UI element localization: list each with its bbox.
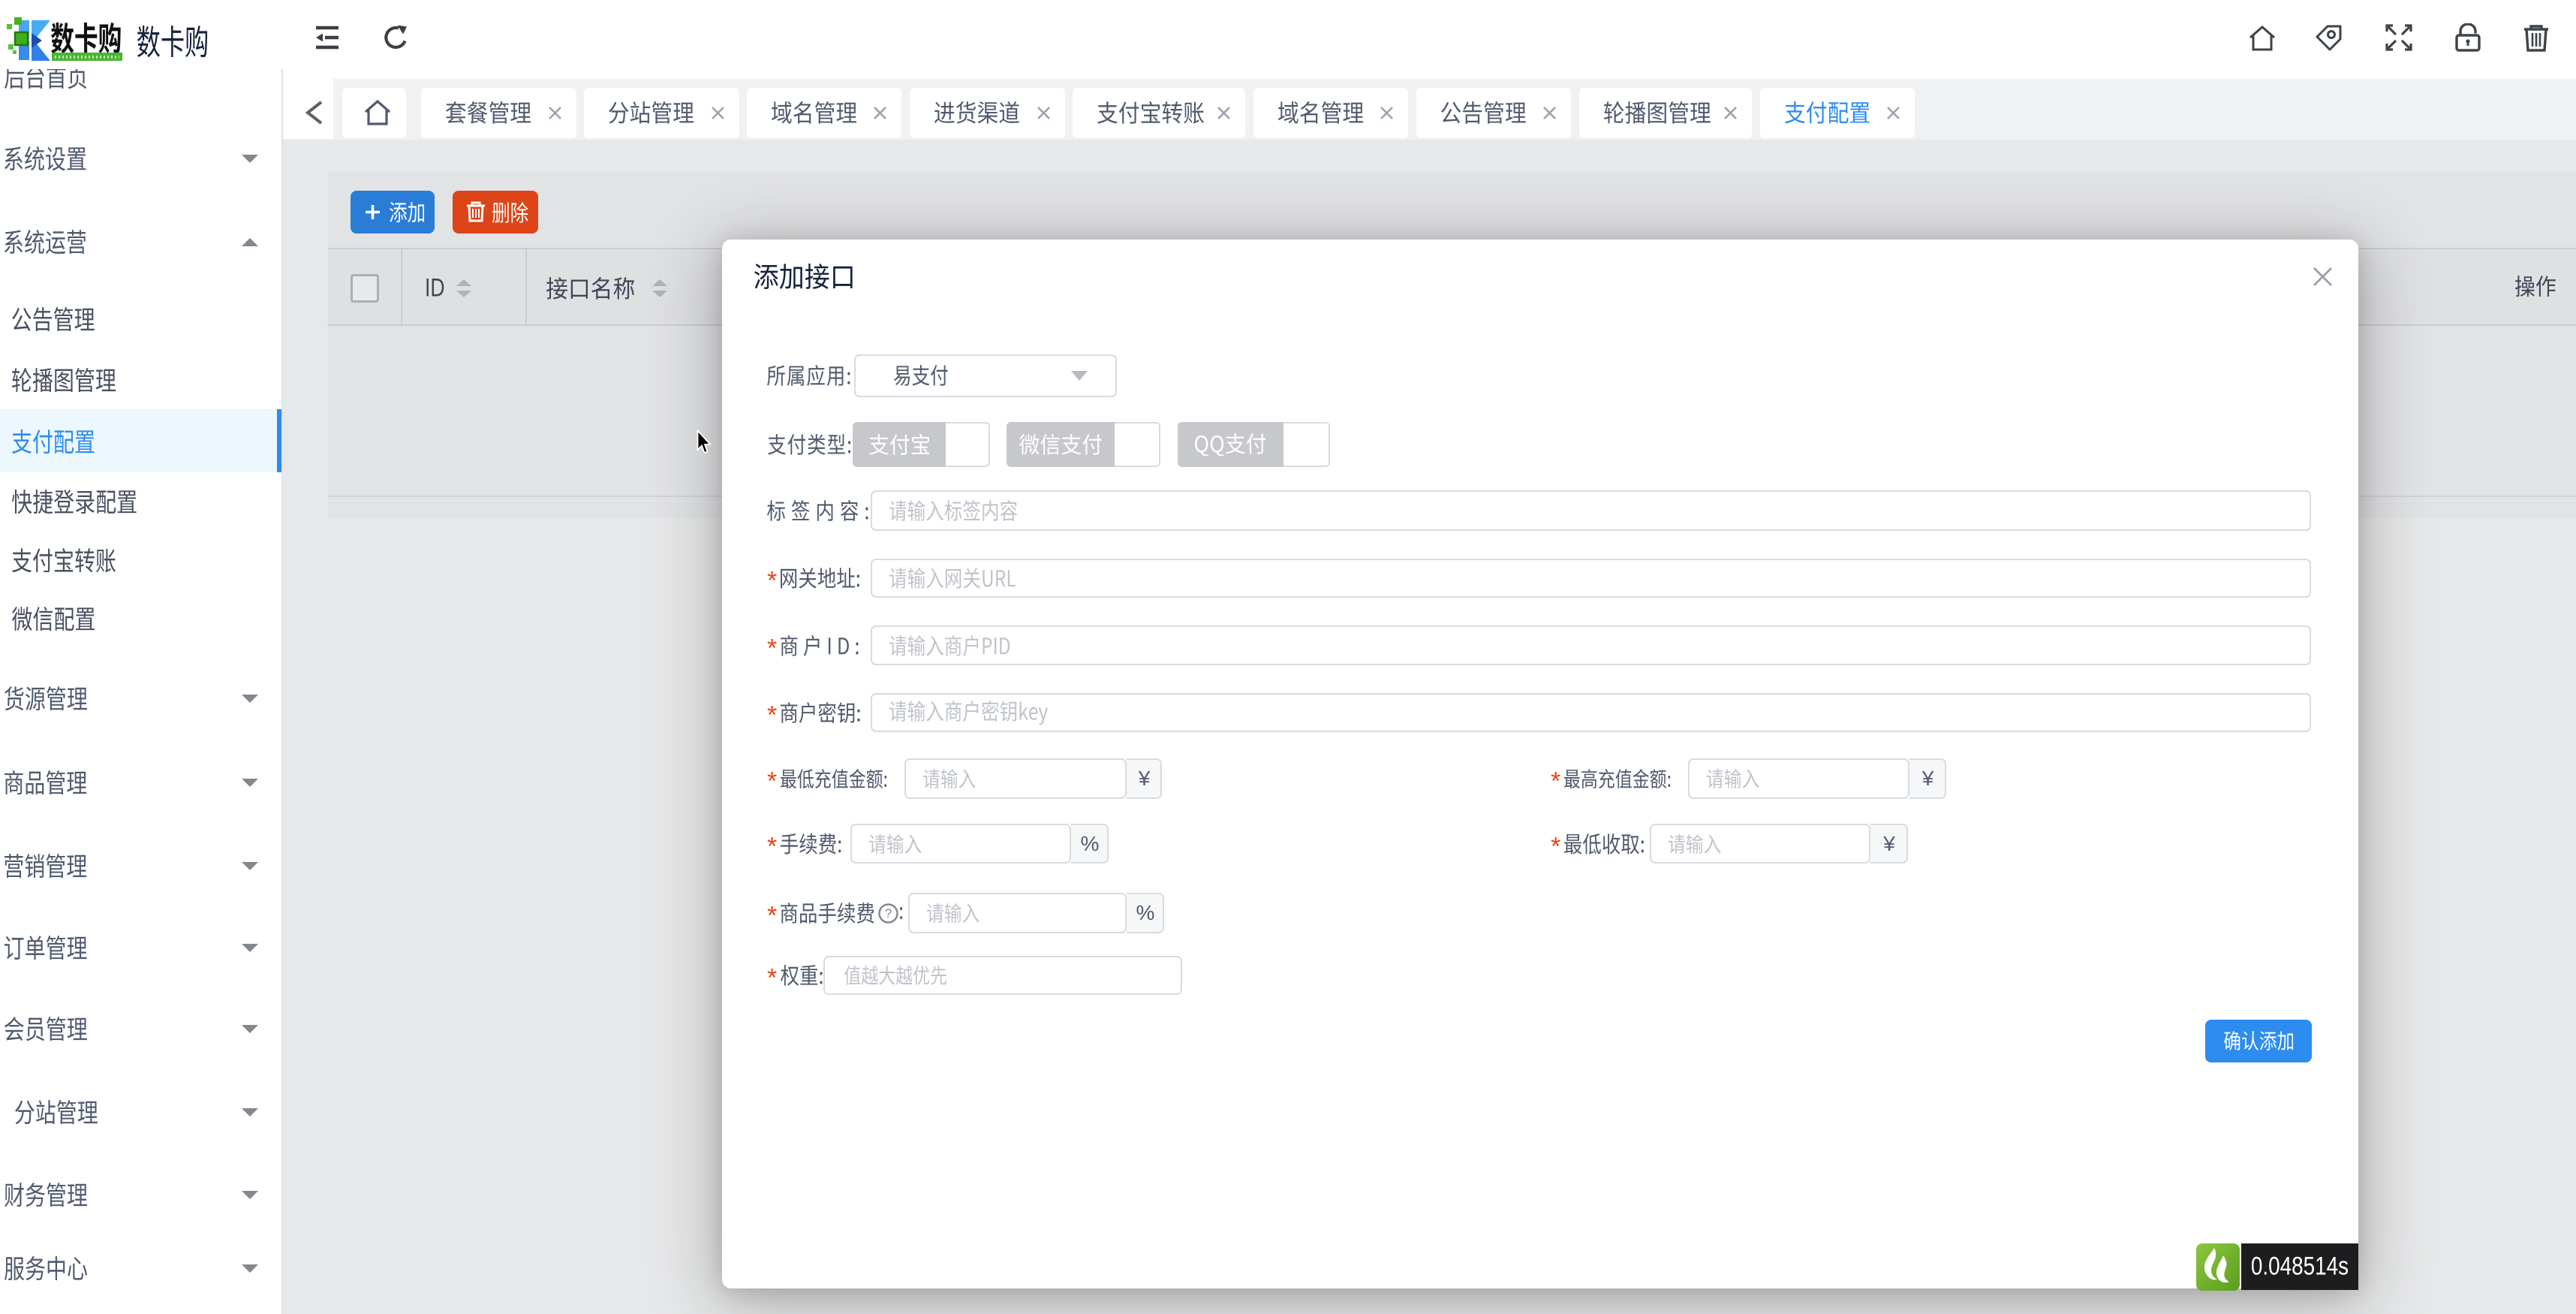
svg-text:?: ? — [885, 906, 892, 921]
